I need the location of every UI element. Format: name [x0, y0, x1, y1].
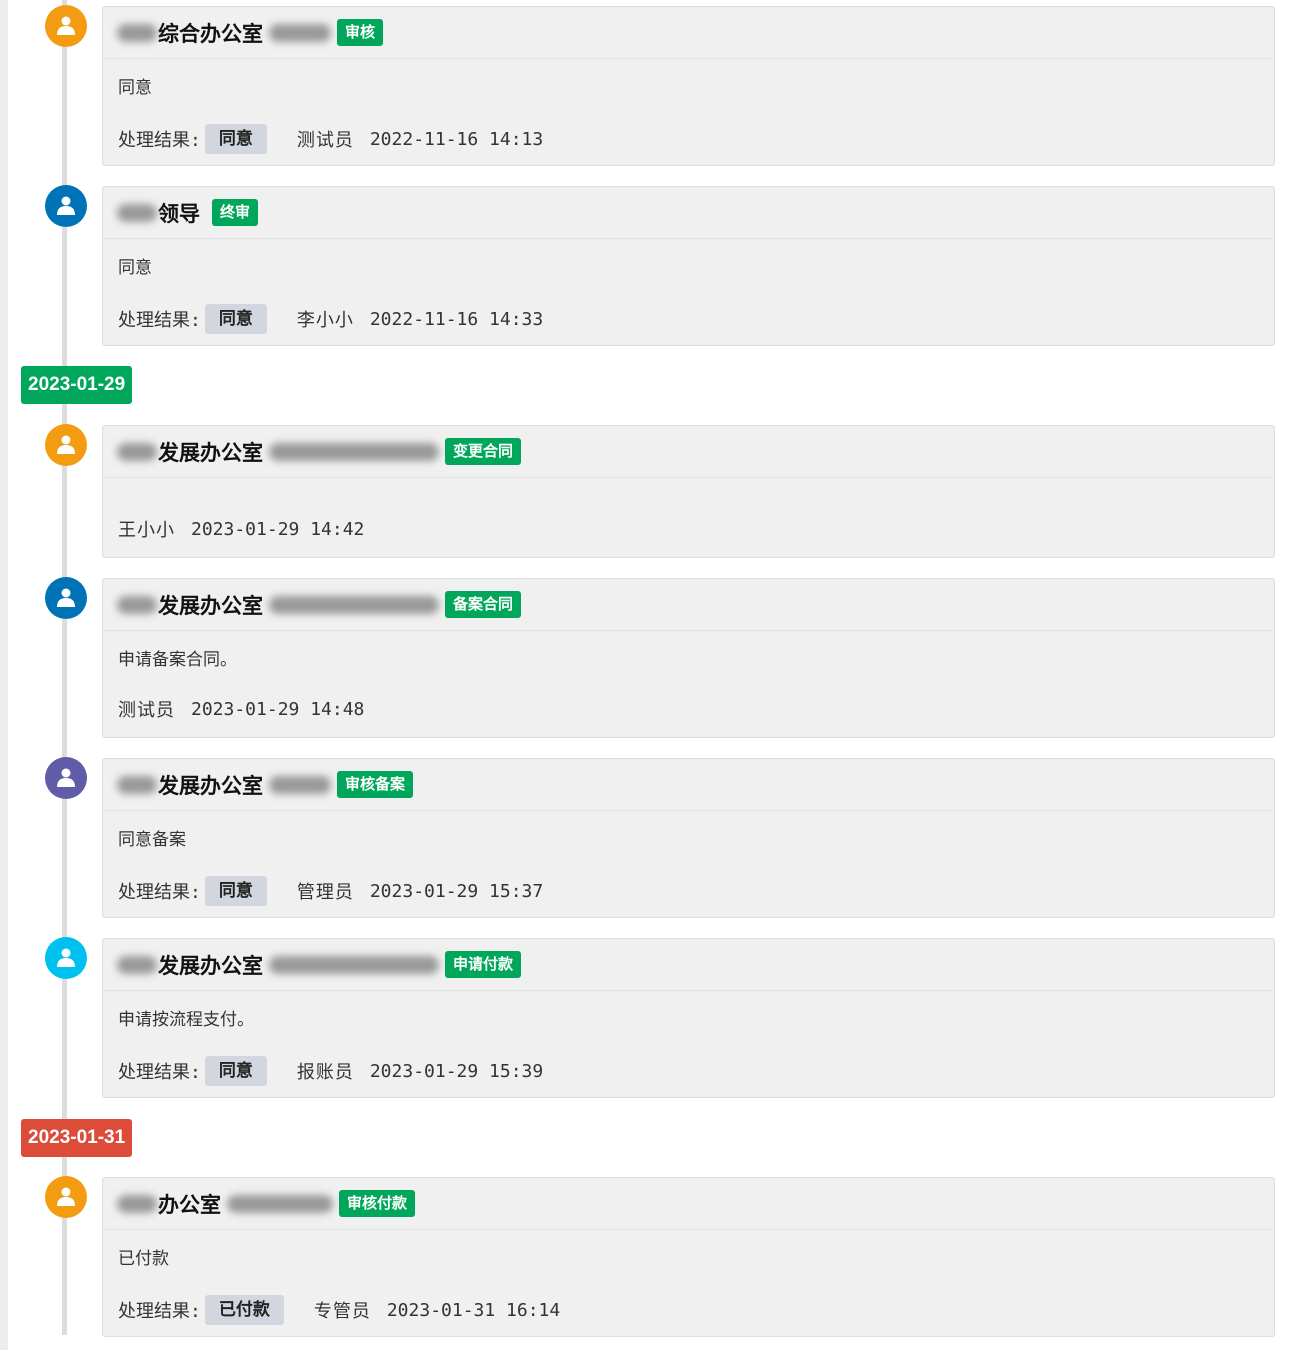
redacted-text: [117, 203, 157, 222]
result-label: 处理结果:: [118, 882, 201, 903]
user-avatar-icon: [45, 1176, 87, 1218]
result-badge: 同意: [204, 124, 267, 154]
timeline-item: 发展办公室 申请付款 申请按流程支付。 处理结果: 同意 报账员 2023-01…: [102, 938, 1275, 1098]
comment-text: 申请按流程支付。: [118, 1010, 254, 1030]
timeline-item-meta: 王小小 2023-01-29 14:42: [118, 516, 364, 542]
operator-name: 报账员: [296, 1062, 354, 1083]
user-avatar-icon: [45, 185, 87, 227]
action-tag: 备案合同: [445, 591, 522, 618]
operator-name: 管理员: [296, 882, 354, 903]
department-name: 发展办公室: [158, 440, 263, 465]
timestamp: 2022-11-16 14:13: [369, 128, 544, 150]
department-name: 综合办公室: [158, 21, 263, 46]
action-tag: 审核: [337, 19, 384, 46]
action-tag: 申请付款: [445, 951, 522, 978]
redacted-text: [269, 775, 331, 794]
redacted-text: [227, 1194, 333, 1213]
operator-name: 李小小: [296, 310, 354, 331]
result-label: 处理结果:: [118, 1301, 201, 1322]
redacted-text: [269, 955, 439, 974]
date-label-2023-01-29: 2023-01-29: [21, 366, 133, 404]
redacted-text: [269, 442, 439, 461]
redacted-text: [117, 595, 157, 614]
operator-name: 测试员: [296, 130, 354, 151]
timeline-item-meta: 测试员 2023-01-29 14:48: [118, 696, 364, 722]
date-label-2023-01-31: 2023-01-31: [21, 1119, 133, 1157]
redacted-text: [117, 23, 157, 42]
timeline-item: 领导 终审 同意 处理结果: 同意 李小小 2022-11-16 14:33: [102, 186, 1275, 346]
timeline-item-meta: 处理结果: 同意 测试员 2022-11-16 14:13: [118, 124, 543, 154]
department-name: 发展办公室: [158, 773, 263, 798]
timeline-item-header: 发展办公室 变更合同: [103, 426, 1274, 478]
timeline-item-header: 发展办公室 申请付款: [103, 939, 1274, 991]
department-name: 办公室: [158, 1192, 221, 1217]
timeline-item: 综合办公室 审核 同意 处理结果: 同意 测试员 2022-11-16 14:1…: [102, 6, 1275, 166]
user-avatar-icon: [45, 937, 87, 979]
comment-text: 同意: [118, 258, 152, 278]
redacted-text: [117, 775, 157, 794]
operator-name: 王小小: [118, 520, 175, 541]
timestamp: 2023-01-29 14:48: [191, 698, 365, 720]
user-avatar-icon: [45, 424, 87, 466]
timeline-item-header: 发展办公室 备案合同: [103, 579, 1274, 631]
timeline-item-meta: 处理结果: 同意 管理员 2023-01-29 15:37: [118, 876, 543, 906]
timeline-item-meta: 处理结果: 已付款 专管员 2023-01-31 16:14: [118, 1295, 560, 1325]
department-name: 发展办公室: [158, 593, 263, 618]
result-badge: 同意: [204, 876, 267, 906]
timestamp: 2023-01-31 16:14: [386, 1299, 561, 1321]
operator-name: 专管员: [313, 1301, 371, 1322]
timeline-item-header: 领导 终审: [103, 187, 1274, 239]
comment-text: 同意备案: [118, 830, 186, 850]
action-tag: 终审: [212, 199, 259, 226]
result-badge: 已付款: [204, 1295, 284, 1325]
user-avatar-icon: [45, 577, 87, 619]
result-label: 处理结果:: [118, 130, 201, 151]
result-badge: 同意: [204, 304, 267, 334]
action-tag: 审核备案: [337, 771, 414, 798]
action-tag: 审核付款: [339, 1190, 416, 1217]
comment-text: 已付款: [118, 1249, 169, 1269]
timeline-item-meta: 处理结果: 同意 李小小 2022-11-16 14:33: [118, 304, 543, 334]
result-badge: 同意: [204, 1056, 267, 1086]
comment-text: 申请备案合同。: [118, 650, 237, 670]
user-avatar-icon: [45, 5, 87, 47]
user-avatar-icon: [45, 757, 87, 799]
redacted-text: [117, 1194, 157, 1213]
department-name: 发展办公室: [158, 953, 263, 978]
comment-text: 同意: [118, 78, 152, 98]
timeline-item-header: 发展办公室 审核备案: [103, 759, 1274, 811]
result-label: 处理结果:: [118, 1062, 201, 1083]
redacted-text: [117, 955, 157, 974]
redacted-text: [269, 23, 331, 42]
timestamp: 2023-01-29 14:42: [191, 518, 365, 540]
timeline-item: 发展办公室 审核备案 同意备案 处理结果: 同意 管理员 2023-01-29 …: [102, 758, 1275, 918]
timestamp: 2023-01-29 15:37: [369, 880, 544, 902]
redacted-text: [117, 442, 157, 461]
timeline-item: 办公室 审核付款 已付款 处理结果: 已付款 专管员 2023-01-31 16…: [102, 1177, 1275, 1337]
left-scroll-strip: [0, 0, 8, 1350]
timestamp: 2022-11-16 14:33: [369, 308, 544, 330]
timestamp: 2023-01-29 15:39: [369, 1060, 544, 1082]
timeline-item: 发展办公室 变更合同 王小小 2023-01-29 14:42: [102, 425, 1275, 558]
operator-name: 测试员: [118, 700, 175, 721]
timeline-item: 发展办公室 备案合同 申请备案合同。 测试员 2023-01-29 14:48: [102, 578, 1275, 738]
timeline-item-meta: 处理结果: 同意 报账员 2023-01-29 15:39: [118, 1056, 543, 1086]
redacted-text: [269, 595, 439, 614]
action-tag: 变更合同: [445, 438, 522, 465]
result-label: 处理结果:: [118, 310, 201, 331]
timeline-item-header: 办公室 审核付款: [103, 1178, 1274, 1230]
department-name: 领导: [158, 201, 200, 226]
timeline-item-header: 综合办公室 审核: [103, 7, 1274, 59]
